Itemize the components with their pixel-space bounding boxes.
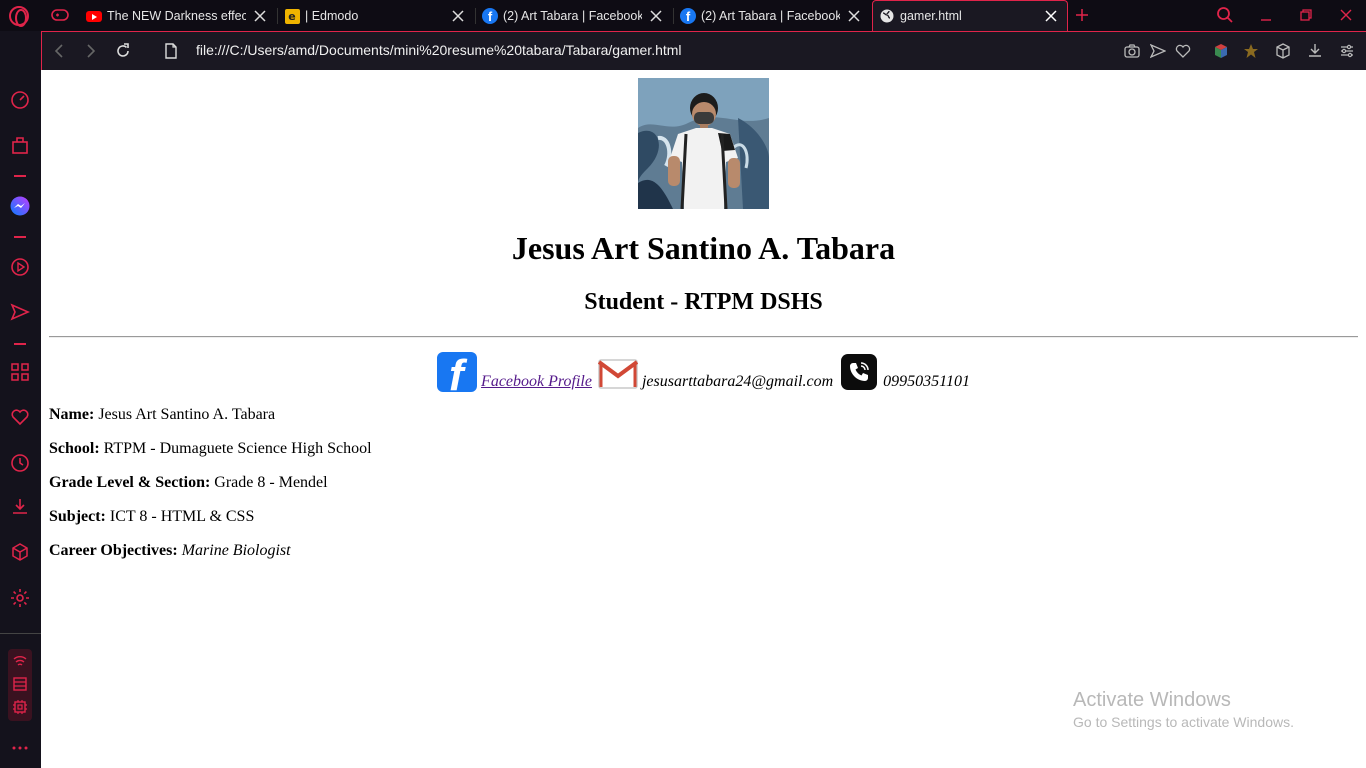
facebook-icon: f [680, 8, 696, 24]
tab-edmodo[interactable]: e | Edmodo [278, 2, 474, 30]
info-value: RTPM - Dumaguete Science High School [103, 440, 372, 457]
star-icon[interactable] [1240, 40, 1262, 62]
tab-search-icon[interactable] [1216, 6, 1234, 24]
cpu-limiter-icon[interactable] [12, 699, 28, 720]
easy-setup-icon[interactable] [1336, 40, 1358, 62]
restore-button[interactable] [1286, 0, 1326, 30]
globe-icon [879, 8, 895, 24]
tab-gamer-html[interactable]: gamer.html [872, 0, 1068, 31]
info-subject-row: Subject: ICT 8 - HTML & CSS [49, 508, 254, 526]
role-heading: Student - RTPM DSHS [584, 289, 823, 315]
facebook-icon: f [482, 8, 498, 24]
tab-title: (2) Art Tabara | Facebook [701, 9, 840, 23]
snapshot-camera-icon[interactable] [1121, 40, 1143, 62]
tab-strip: The NEW Darkness effect is e | Edmodo f … [0, 0, 1366, 31]
edmodo-icon: e [284, 8, 300, 24]
sidebar-separator [14, 175, 26, 177]
info-grade-row: Grade Level & Section: Grade 8 - Mendel [49, 474, 328, 492]
info-school-row: School: RTPM - Dumaguete Science High Sc… [49, 440, 372, 458]
web-page: Jesus Art Santino A. Tabara Student - RT… [41, 70, 1366, 768]
gx-corner-icon[interactable] [9, 134, 31, 156]
tab-title: The NEW Darkness effect is [107, 9, 246, 23]
gx-control-panel[interactable] [8, 649, 32, 721]
tab-title: gamer.html [900, 9, 962, 23]
sidebar-divider [0, 633, 41, 634]
network-limiter-icon[interactable] [12, 653, 28, 674]
email-text: jesusarttabara24@gmail.com [641, 373, 834, 390]
address-toolbar: file:///C:/Users/amd/Documents/mini%20re… [41, 31, 1366, 70]
tab-youtube[interactable]: The NEW Darkness effect is [80, 2, 276, 30]
sidebar-separator [14, 236, 26, 238]
info-name-row: Name: Jesus Art Santino A. Tabara [49, 406, 275, 424]
new-tab-plus-icon[interactable] [1074, 7, 1090, 23]
info-value: ICT 8 - HTML & CSS [109, 508, 255, 525]
player-icon[interactable] [9, 256, 31, 278]
contact-row: f Facebook Profile jesusarttabara24@gmai… [41, 346, 1366, 392]
facebook-profile-link[interactable]: Facebook Profile [481, 373, 592, 392]
download-icon[interactable] [1304, 40, 1326, 62]
speed-dial-icon[interactable] [9, 89, 31, 111]
tab-title: | Edmodo [305, 9, 359, 23]
gmail-icon [597, 359, 639, 389]
horizontal-rule [49, 336, 1358, 338]
opera-menu-icon[interactable] [9, 6, 29, 27]
back-button[interactable] [48, 40, 70, 62]
youtube-icon [86, 8, 102, 24]
forward-button[interactable] [80, 40, 102, 62]
info-value: Jesus Art Santino A. Tabara [98, 406, 276, 423]
profile-photo [638, 78, 769, 209]
extension-cube-icon[interactable] [1272, 40, 1294, 62]
colored-cube-icon[interactable] [1210, 40, 1232, 62]
info-value: Grade 8 - Mendel [214, 474, 328, 491]
close-tab-icon[interactable] [252, 8, 268, 24]
activate-windows-watermark: Activate Windows Go to Settings to activ… [1073, 689, 1294, 730]
page-info-icon[interactable] [160, 40, 182, 62]
watermark-subtitle: Go to Settings to activate Windows. [1073, 714, 1294, 730]
url-field[interactable]: file:///C:/Users/amd/Documents/mini%20re… [196, 42, 682, 58]
facebook-icon: f [437, 352, 478, 392]
reload-button[interactable] [112, 40, 134, 62]
info-label: Name: [49, 406, 95, 423]
phone-text: 09950351101 [883, 373, 970, 390]
close-tab-icon[interactable] [846, 8, 862, 24]
gx-gamepad-icon[interactable] [51, 8, 69, 22]
info-label: School: [49, 440, 100, 457]
settings-gear-icon[interactable] [9, 587, 31, 609]
messenger-icon[interactable] [9, 195, 31, 217]
tab-facebook-2[interactable]: f (2) Art Tabara | Facebook [674, 2, 870, 30]
more-options-icon[interactable] [11, 739, 29, 750]
close-tab-icon[interactable] [648, 8, 664, 24]
extensions-cube-icon[interactable] [9, 541, 31, 563]
minimize-button[interactable] [1246, 0, 1286, 30]
info-career-row: Career Objectives: Marine Biologist [49, 542, 291, 560]
watermark-title: Activate Windows [1073, 689, 1231, 711]
downloads-icon[interactable] [9, 496, 31, 518]
close-window-button[interactable] [1326, 0, 1366, 30]
sidebar-separator [14, 343, 26, 345]
phone-icon [841, 354, 878, 390]
bookmarks-heart-icon[interactable] [9, 406, 31, 428]
history-clock-icon[interactable] [9, 452, 31, 474]
ram-limiter-icon[interactable] [12, 676, 28, 697]
close-tab-icon[interactable] [450, 8, 466, 24]
info-label: Grade Level & Section: [49, 474, 211, 491]
close-tab-icon[interactable] [1043, 8, 1059, 24]
tab-title: (2) Art Tabara | Facebook [503, 9, 642, 23]
name-heading: Jesus Art Santino A. Tabara [511, 230, 896, 266]
bookmark-heart-icon[interactable] [1172, 40, 1194, 62]
tab-facebook-1[interactable]: f (2) Art Tabara | Facebook [476, 2, 672, 30]
tabs-grid-icon[interactable] [9, 361, 31, 383]
send-icon[interactable] [9, 301, 31, 323]
sidebar [0, 31, 41, 768]
info-value: Marine Biologist [181, 542, 291, 559]
send-icon[interactable] [1147, 40, 1169, 62]
info-label: Career Objectives: [49, 542, 178, 559]
info-label: Subject: [49, 508, 106, 525]
